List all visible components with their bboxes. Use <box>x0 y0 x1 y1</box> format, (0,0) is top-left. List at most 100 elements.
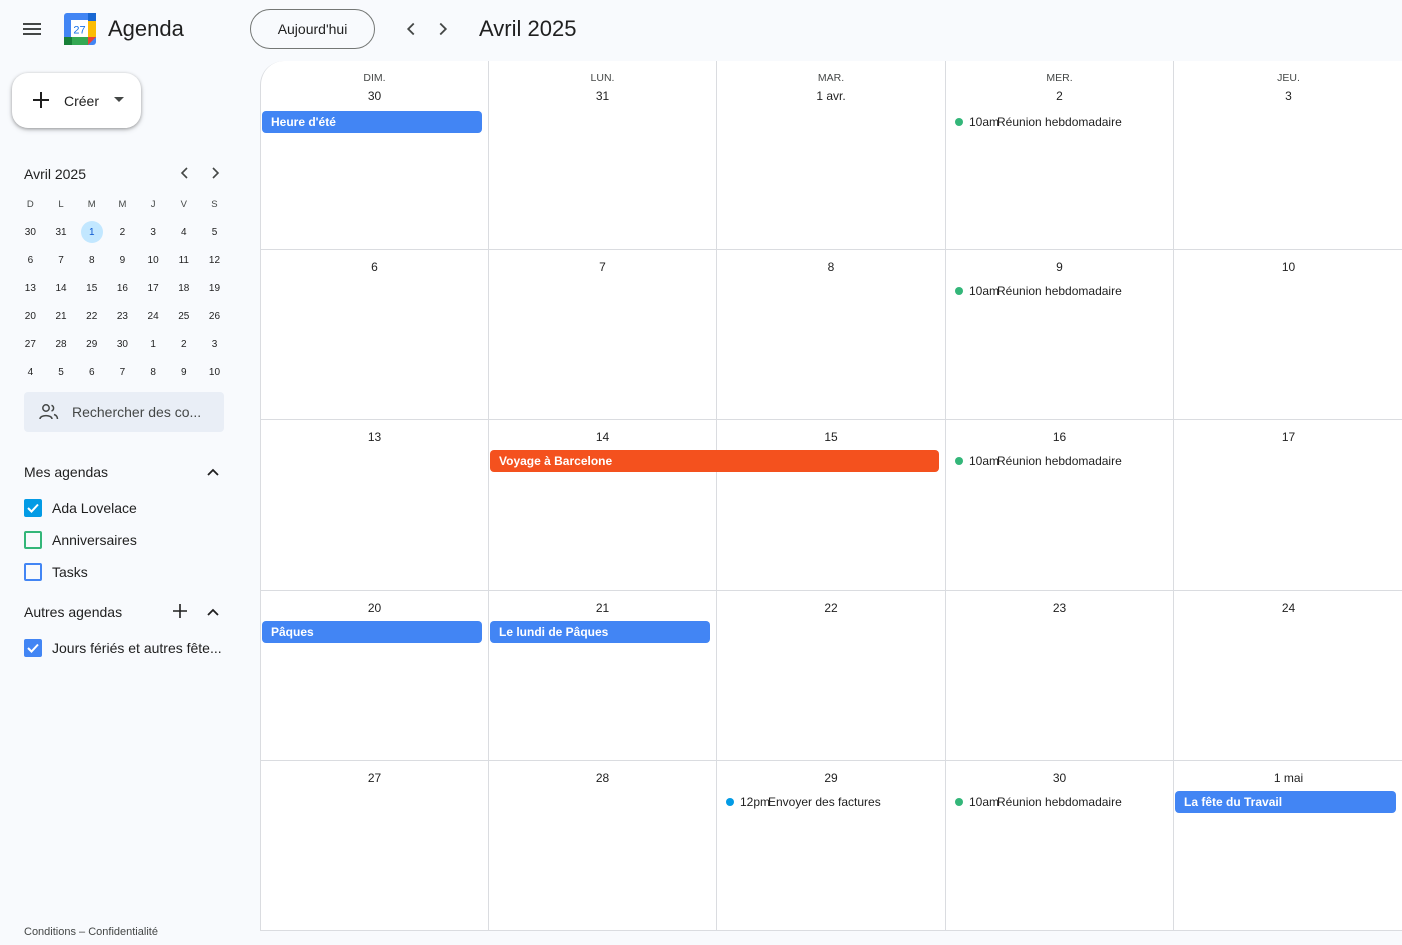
day-number-link[interactable]: 6 <box>371 260 378 274</box>
mini-day[interactable]: 9 <box>107 246 138 274</box>
collapse-other-calendars-icon[interactable] <box>205 604 221 620</box>
mini-day[interactable]: 31 <box>46 218 77 246</box>
previous-month-icon[interactable] <box>400 18 422 40</box>
mini-day[interactable]: 11 <box>168 246 199 274</box>
day-cell[interactable]: 8 <box>717 250 946 419</box>
calendar-checkbox[interactable] <box>24 499 42 517</box>
event-chip[interactable]: Pâques <box>262 621 482 643</box>
privacy-link[interactable]: Confidentialité <box>88 926 158 938</box>
day-number-link[interactable]: 9 <box>1056 260 1063 274</box>
mini-day[interactable]: 7 <box>46 246 77 274</box>
mini-day[interactable]: 25 <box>168 302 199 330</box>
day-cell[interactable]: 6 <box>261 250 489 419</box>
timed-event[interactable]: 10am Réunion hebdomadaire <box>946 280 1174 302</box>
mini-day[interactable]: 16 <box>107 274 138 302</box>
today-button[interactable]: Aujourd'hui <box>250 9 375 49</box>
create-button[interactable]: Créer <box>12 73 141 128</box>
mini-day[interactable]: 1 <box>138 330 169 358</box>
day-cell[interactable]: JEU. 3 <box>1174 61 1402 249</box>
mini-day[interactable]: 15 <box>76 274 107 302</box>
mini-day[interactable]: 10 <box>138 246 169 274</box>
day-number-link[interactable]: 28 <box>596 771 609 785</box>
mini-day[interactable]: 7 <box>107 358 138 386</box>
day-cell[interactable]: 29 <box>717 761 946 930</box>
day-number-link[interactable]: 30 <box>368 89 381 103</box>
day-cell[interactable]: 1 mai <box>1174 761 1402 930</box>
mini-day[interactable]: 8 <box>138 358 169 386</box>
calendar-item[interactable]: Tasks <box>24 561 234 583</box>
day-number-link[interactable]: 27 <box>368 771 381 785</box>
mini-day[interactable]: 19 <box>199 274 230 302</box>
day-number-link[interactable]: 15 <box>824 430 837 444</box>
mini-day[interactable]: 14 <box>46 274 77 302</box>
day-number-link[interactable]: 22 <box>824 601 837 615</box>
other-calendars-title[interactable]: Autres agendas <box>24 604 122 620</box>
day-cell[interactable]: 9 <box>946 250 1174 419</box>
mini-day[interactable]: 10 <box>199 358 230 386</box>
event-chip[interactable]: La fête du Travail <box>1175 791 1396 813</box>
mini-day[interactable]: 18 <box>168 274 199 302</box>
calendar-item[interactable]: Ada Lovelace <box>24 497 234 519</box>
day-number-link[interactable]: 21 <box>596 601 609 615</box>
day-cell[interactable]: MAR. 1 avr. <box>717 61 946 249</box>
day-number-link[interactable]: 8 <box>828 260 835 274</box>
mini-day[interactable]: 3 <box>199 330 230 358</box>
day-number-link[interactable]: 30 <box>1053 771 1066 785</box>
mini-day[interactable]: 30 <box>107 330 138 358</box>
mini-day[interactable]: 13 <box>15 274 46 302</box>
day-cell[interactable]: 21 <box>489 591 717 760</box>
timed-event[interactable]: 10am Réunion hebdomadaire <box>946 111 1174 133</box>
day-number-link[interactable]: 2 <box>1056 89 1063 103</box>
my-calendars-title[interactable]: Mes agendas <box>24 464 108 480</box>
day-cell[interactable]: DIM. 30 <box>261 61 489 249</box>
mini-day[interactable]: 1 <box>76 218 107 246</box>
mini-day[interactable]: 23 <box>107 302 138 330</box>
calendar-item[interactable]: Jours fériés et autres fête... <box>24 637 234 659</box>
main-menu-icon[interactable] <box>20 18 44 42</box>
day-cell[interactable]: 14 <box>489 420 717 590</box>
mini-previous-month-icon[interactable] <box>177 165 193 181</box>
mini-day[interactable]: 6 <box>15 246 46 274</box>
day-cell[interactable]: 30 <box>946 761 1174 930</box>
mini-day[interactable]: 5 <box>199 218 230 246</box>
mini-day[interactable]: 26 <box>199 302 230 330</box>
mini-day[interactable]: 4 <box>168 218 199 246</box>
day-cell[interactable]: 28 <box>489 761 717 930</box>
collapse-my-calendars-icon[interactable] <box>205 464 221 480</box>
event-chip[interactable]: Le lundi de Pâques <box>490 621 710 643</box>
day-number-link[interactable]: 16 <box>1053 430 1066 444</box>
event-chip[interactable]: Voyage à Barcelone <box>490 450 939 472</box>
event-chip[interactable]: Heure d'été <box>262 111 482 133</box>
day-cell[interactable]: 10 <box>1174 250 1402 419</box>
day-cell[interactable]: 22 <box>717 591 946 760</box>
mini-day[interactable]: 28 <box>46 330 77 358</box>
day-cell[interactable]: 23 <box>946 591 1174 760</box>
day-number-link[interactable]: 29 <box>824 771 837 785</box>
mini-day[interactable]: 27 <box>15 330 46 358</box>
day-number-link[interactable]: 17 <box>1282 430 1295 444</box>
day-cell[interactable]: 20 <box>261 591 489 760</box>
day-cell[interactable]: 13 <box>261 420 489 590</box>
mini-day[interactable]: 17 <box>138 274 169 302</box>
mini-day[interactable]: 5 <box>46 358 77 386</box>
mini-day[interactable]: 3 <box>138 218 169 246</box>
day-number-link[interactable]: 14 <box>596 430 609 444</box>
day-number-link[interactable]: 13 <box>368 430 381 444</box>
calendar-checkbox[interactable] <box>24 531 42 549</box>
mini-day[interactable]: 12 <box>199 246 230 274</box>
day-number-link[interactable]: 1 avr. <box>816 89 845 103</box>
timed-event[interactable]: 12pm Envoyer des factures <box>717 791 946 813</box>
terms-link[interactable]: Conditions <box>24 926 76 938</box>
calendar-checkbox[interactable] <box>24 639 42 657</box>
timed-event[interactable]: 10am Réunion hebdomadaire <box>946 450 1174 472</box>
mini-day[interactable]: 30 <box>15 218 46 246</box>
mini-day[interactable]: 6 <box>76 358 107 386</box>
calendar-item[interactable]: Anniversaires <box>24 529 234 551</box>
day-number-link[interactable]: 7 <box>599 260 606 274</box>
next-month-icon[interactable] <box>432 18 454 40</box>
day-cell[interactable]: 17 <box>1174 420 1402 590</box>
day-number-link[interactable]: 24 <box>1282 601 1295 615</box>
mini-day[interactable]: 24 <box>138 302 169 330</box>
mini-day[interactable]: 20 <box>15 302 46 330</box>
day-cell[interactable]: 7 <box>489 250 717 419</box>
